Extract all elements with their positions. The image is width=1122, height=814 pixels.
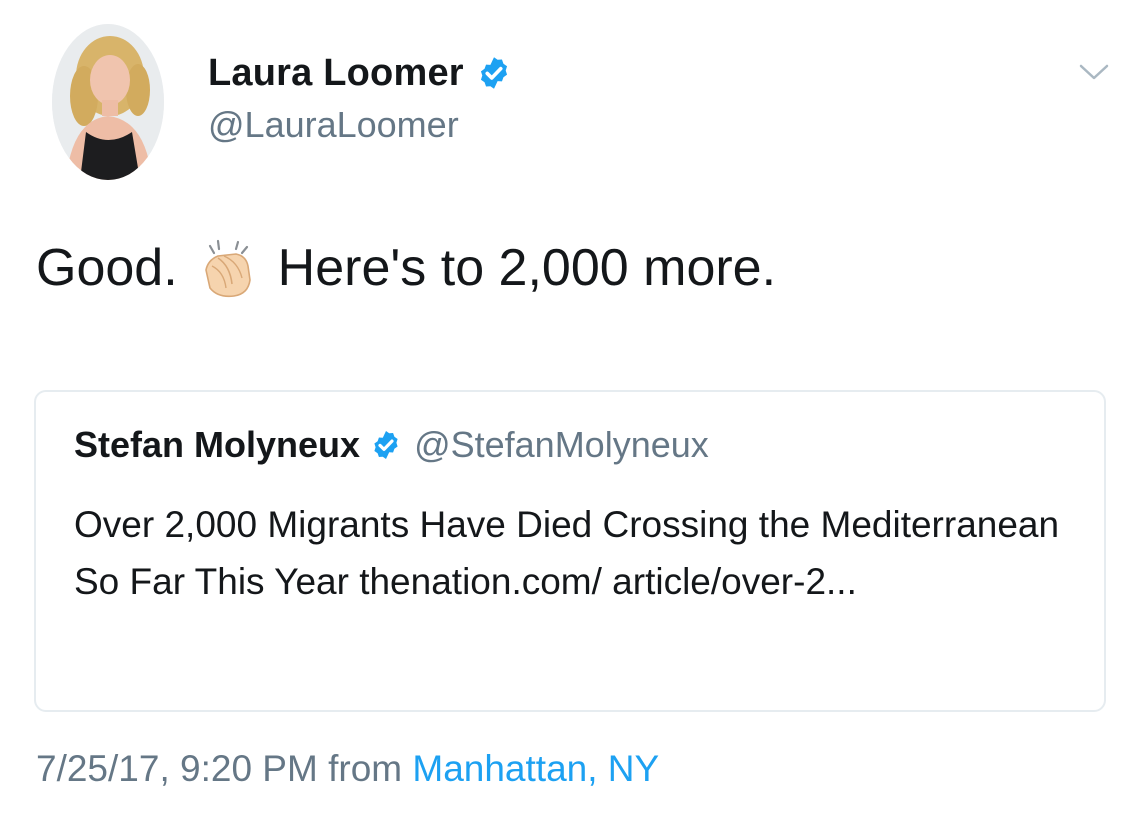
quoted-tweet-text: Over 2,000 Migrants Have Died Crossing t… [74, 504, 1060, 602]
verified-badge-icon [476, 55, 512, 91]
avatar[interactable] [52, 24, 164, 180]
tweet-text: Good. Here's to 2,000 more. [36, 236, 776, 300]
from-label: from [328, 748, 403, 789]
quoted-tweet-header: Stefan Molyneux @StefanMolyneux [74, 424, 709, 466]
chevron-down-icon[interactable] [1078, 60, 1110, 84]
avatar-photo [52, 24, 164, 180]
tweet-text-after: Here's to 2,000 more. [277, 239, 777, 297]
author-handle[interactable]: @LauraLoomer [208, 104, 512, 146]
quoted-tweet-card[interactable]: Stefan Molyneux @StefanMolyneux Over 2,0… [34, 390, 1106, 712]
tweet-timestamp[interactable]: 7/25/17, 9:20 PM [36, 748, 318, 789]
author-name[interactable]: Laura Loomer [208, 52, 464, 95]
quoted-author-handle: @StefanMolyneux [414, 424, 709, 465]
tweet-text-before: Good. [36, 239, 178, 297]
clapping-hands-icon [196, 236, 260, 300]
tweet: Laura Loomer @LauraLoomer Good. Here's t… [0, 0, 1122, 814]
author-info: Laura Loomer @LauraLoomer [208, 44, 512, 146]
location-link[interactable]: Manhattan, NY [412, 748, 659, 789]
quoted-author-name: Stefan Molyneux [74, 424, 361, 465]
verified-badge-icon [370, 429, 402, 461]
tweet-meta: 7/25/17, 9:20 PM from Manhattan, NY [36, 748, 659, 790]
